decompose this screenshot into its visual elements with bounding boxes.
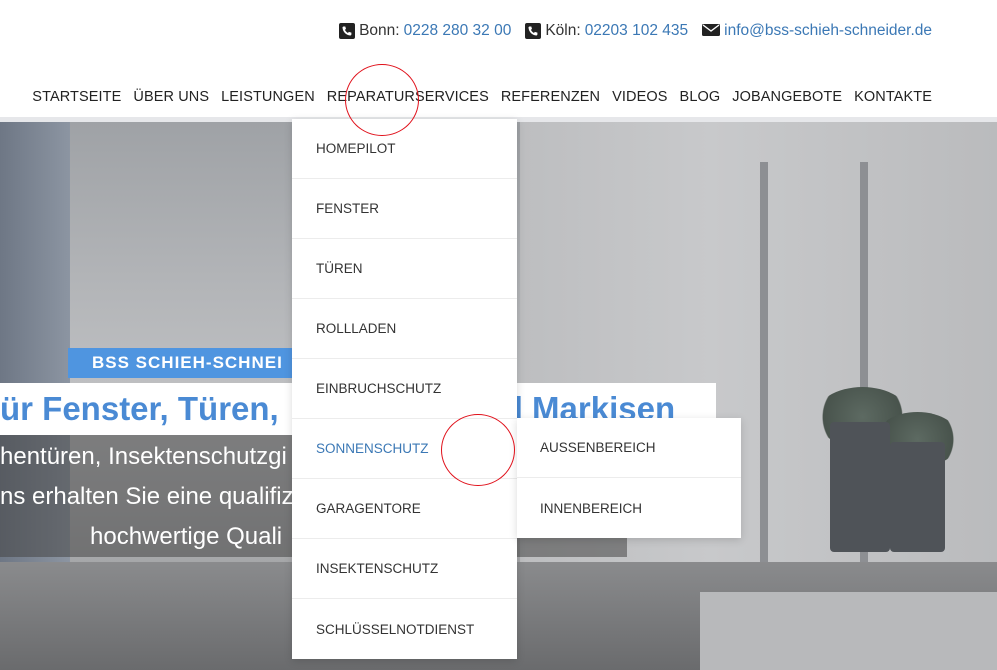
- contact-bonn: Bonn: 0228 280 32 00: [339, 22, 511, 40]
- planter-image: [890, 442, 945, 552]
- sonnenschutz-submenu: AUSSENBEREICH INNENBEREICH: [517, 418, 741, 538]
- email-link[interactable]: info@bss-schieh-schneider.de: [724, 22, 932, 40]
- dropdown-item-fenster[interactable]: FENSTER: [292, 179, 517, 239]
- contact-bar: Bonn: 0228 280 32 00 Köln: 02203 102 435…: [325, 22, 932, 40]
- nav-item-jobangebote[interactable]: JOBANGEBOTE: [732, 89, 842, 105]
- hero-title-left: ür Fenster, Türen,: [0, 390, 279, 427]
- bonn-phone-link[interactable]: 0228 280 32 00: [404, 22, 512, 40]
- phone-icon: [339, 23, 356, 39]
- hero-door-frame: [760, 162, 768, 562]
- submenu-item-innenbereich[interactable]: INNENBEREICH: [517, 478, 741, 538]
- dropdown-item-garagentore[interactable]: GARAGENTORE: [292, 479, 517, 539]
- dropdown-item-einbruchschutz[interactable]: EINBRUCHSCHUTZ: [292, 359, 517, 419]
- dropdown-item-homepilot[interactable]: HOMEPILOT: [292, 119, 517, 179]
- dropdown-item-tueren[interactable]: TÜREN: [292, 239, 517, 299]
- dropdown-item-sonnenschutz[interactable]: SONNENSCHUTZ: [292, 419, 517, 479]
- dropdown-item-schluesselnotdienst[interactable]: SCHLÜSSELNOTDIENST: [292, 599, 517, 659]
- dropdown-item-insektenschutz[interactable]: INSEKTENSCHUTZ: [292, 539, 517, 599]
- contact-koeln-label: Köln:: [545, 22, 581, 39]
- contact-email: info@bss-schieh-schneider.de: [702, 22, 932, 40]
- nav-item-reparaturservices[interactable]: REPARATURSERVICES: [327, 89, 489, 105]
- envelope-icon: [702, 23, 721, 39]
- hero-badge: BSS SCHIEH-SCHNEI: [68, 348, 307, 378]
- nav-item-leistungen[interactable]: LEISTUNGEN: [221, 89, 315, 105]
- phone-icon: [525, 23, 542, 39]
- hero-steps: [700, 592, 997, 670]
- nav-item-videos[interactable]: VIDEOS: [612, 89, 667, 105]
- leistungen-dropdown: HOMEPILOT FENSTER TÜREN ROLLLADEN EINBRU…: [292, 119, 517, 659]
- koeln-phone-link[interactable]: 02203 102 435: [585, 22, 688, 40]
- nav-item-referenzen[interactable]: REFERENZEN: [501, 89, 600, 105]
- nav-item-ueber-uns[interactable]: ÜBER UNS: [133, 89, 209, 105]
- nav-item-kontakte[interactable]: KONTAKTE: [854, 89, 932, 105]
- dropdown-item-rollladen[interactable]: ROLLLADEN: [292, 299, 517, 359]
- planter-image: [830, 422, 890, 552]
- nav-item-startseite[interactable]: STARTSEITE: [32, 89, 121, 105]
- nav-item-blog[interactable]: BLOG: [680, 89, 721, 105]
- submenu-item-aussenbereich[interactable]: AUSSENBEREICH: [517, 418, 741, 478]
- main-nav: STARTSEITE ÜBER UNS LEISTUNGEN REPARATUR…: [32, 89, 932, 105]
- contact-koeln: Köln: 02203 102 435: [525, 22, 688, 40]
- contact-bonn-label: Bonn:: [359, 22, 400, 39]
